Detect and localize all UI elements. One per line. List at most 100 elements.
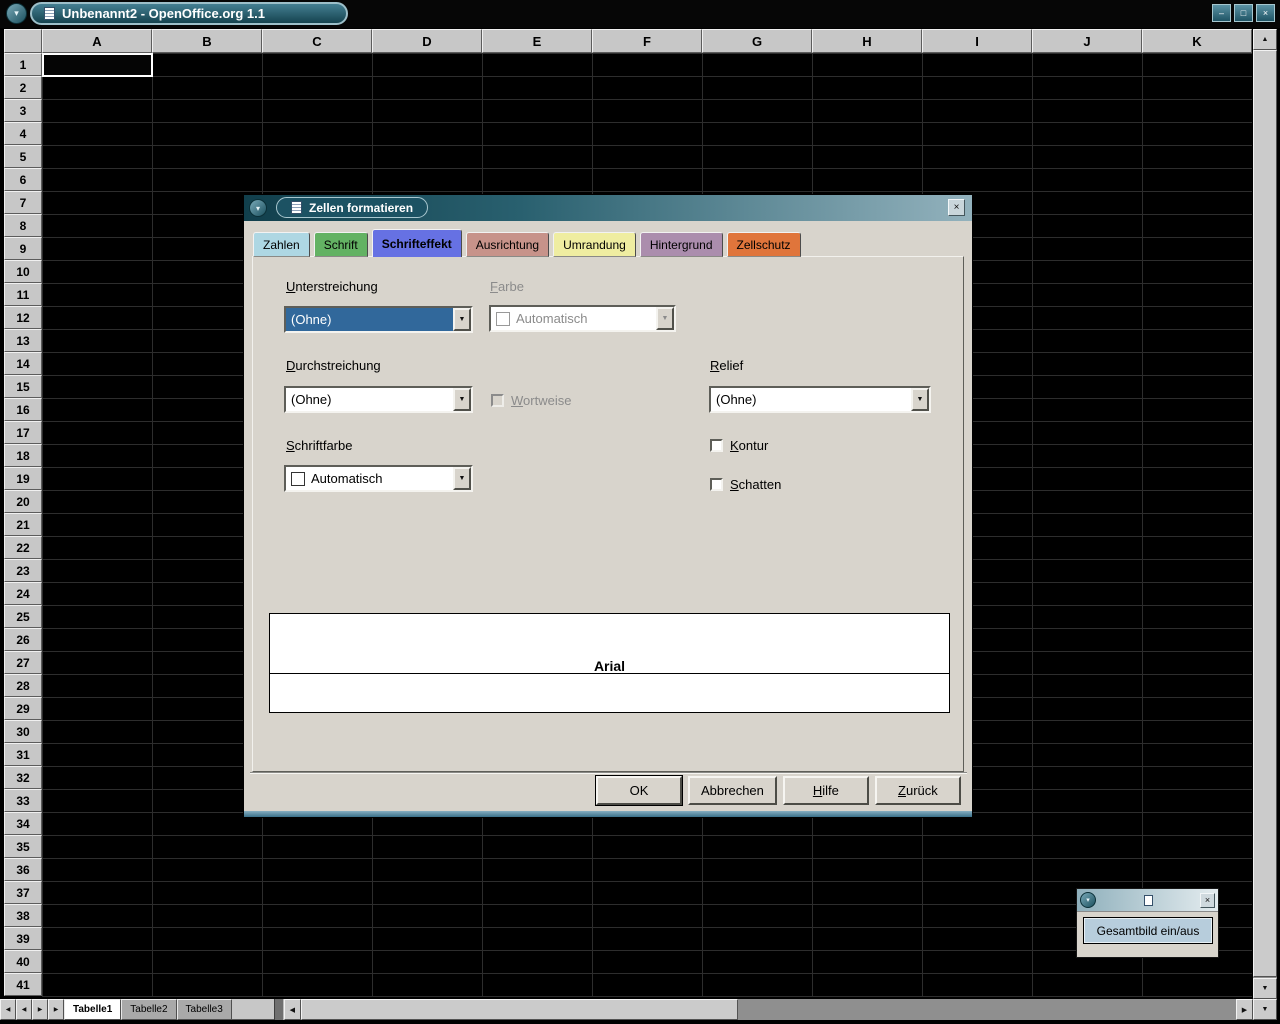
row-header-1[interactable]: 1 [4, 53, 42, 76]
row-header-23[interactable]: 23 [4, 559, 42, 582]
row-header-19[interactable]: 19 [4, 467, 42, 490]
outline-checkbox[interactable]: Kontur [710, 438, 768, 453]
ok-button[interactable]: OK [596, 776, 682, 805]
vertical-scrollbar[interactable]: ▲ ▼ [1253, 29, 1277, 999]
cell-cursor[interactable] [42, 53, 153, 77]
column-header-h[interactable]: H [812, 29, 922, 53]
row-header-32[interactable]: 32 [4, 766, 42, 789]
last-sheet-button[interactable]: ▶ [48, 999, 64, 1020]
row-header-16[interactable]: 16 [4, 398, 42, 421]
tab-hintergrund[interactable]: Hintergrund [640, 232, 723, 257]
underline-dropdown[interactable]: (Ohne) ▼ [284, 306, 473, 333]
row-header-24[interactable]: 24 [4, 582, 42, 605]
row-header-26[interactable]: 26 [4, 628, 42, 651]
horizontal-scrollbar-thumb[interactable] [301, 999, 738, 1020]
mini-window-titlebar[interactable]: ▾ × [1077, 889, 1218, 912]
row-header-21[interactable]: 21 [4, 513, 42, 536]
row-header-29[interactable]: 29 [4, 697, 42, 720]
window-titlebar[interactable]: ▾ Unbenannt2 - OpenOffice.org 1.1 – □ × [0, 0, 1280, 28]
dialog-menu-button[interactable]: ▾ [249, 199, 267, 217]
row-header-39[interactable]: 39 [4, 927, 42, 950]
next-sheet-button[interactable]: ▶ [32, 999, 48, 1020]
row-header-37[interactable]: 37 [4, 881, 42, 904]
row-header-30[interactable]: 30 [4, 720, 42, 743]
row-header-22[interactable]: 22 [4, 536, 42, 559]
column-header-i[interactable]: I [922, 29, 1032, 53]
dialog-title-pill[interactable]: Zellen formatieren [276, 197, 428, 218]
window-menu-button[interactable]: ▾ [6, 3, 27, 24]
column-header-e[interactable]: E [482, 29, 592, 53]
dialog-titlebar[interactable]: ▾ Zellen formatieren × [244, 195, 972, 221]
outline-checkbox-box[interactable] [710, 439, 723, 452]
close-button[interactable]: × [1256, 4, 1275, 22]
relief-dropdown-button[interactable]: ▼ [911, 388, 929, 411]
vertical-scrollbar-thumb[interactable] [1253, 50, 1277, 977]
mini-window-menu-button[interactable]: ▾ [1080, 892, 1096, 908]
row-header-14[interactable]: 14 [4, 352, 42, 375]
sheet-tab-tabelle3[interactable]: Tabelle3 [177, 999, 232, 1020]
tab-zellschutz[interactable]: Zellschutz [727, 232, 801, 257]
scrollbar-corner-button[interactable]: ▼ [1253, 999, 1277, 1020]
column-header-g[interactable]: G [702, 29, 812, 53]
zurück-button[interactable]: Zurück [875, 776, 961, 805]
scroll-up-button[interactable]: ▲ [1253, 29, 1277, 50]
column-header-c[interactable]: C [262, 29, 372, 53]
row-header-11[interactable]: 11 [4, 283, 42, 306]
row-header-35[interactable]: 35 [4, 835, 42, 858]
dialog-close-button[interactable]: × [948, 199, 965, 216]
minimize-button[interactable]: – [1212, 4, 1231, 22]
row-header-36[interactable]: 36 [4, 858, 42, 881]
mini-window-close-button[interactable]: × [1200, 893, 1215, 908]
first-sheet-button[interactable]: ◀ [0, 999, 16, 1020]
row-header-10[interactable]: 10 [4, 260, 42, 283]
row-header-18[interactable]: 18 [4, 444, 42, 467]
column-header-d[interactable]: D [372, 29, 482, 53]
sheet-tab-tabelle1[interactable]: Tabelle1 [64, 999, 121, 1020]
scroll-down-button[interactable]: ▼ [1253, 978, 1277, 999]
row-header-8[interactable]: 8 [4, 214, 42, 237]
tab-schrift[interactable]: Schrift [314, 232, 368, 257]
underline-dropdown-button[interactable]: ▼ [453, 308, 471, 331]
window-title-pill[interactable]: Unbenannt2 - OpenOffice.org 1.1 [30, 2, 348, 25]
tab-schrifteffekt[interactable]: Schrifteffekt [372, 229, 462, 257]
row-header-9[interactable]: 9 [4, 237, 42, 260]
tab-ausrichtung[interactable]: Ausrichtung [466, 232, 549, 257]
strikethrough-dropdown[interactable]: (Ohne) ▼ [284, 386, 473, 413]
scroll-right-button[interactable]: ▶ [1236, 999, 1253, 1020]
row-header-15[interactable]: 15 [4, 375, 42, 398]
row-header-28[interactable]: 28 [4, 674, 42, 697]
row-header-3[interactable]: 3 [4, 99, 42, 122]
select-all-corner[interactable] [4, 29, 42, 53]
row-header-33[interactable]: 33 [4, 789, 42, 812]
toggle-overview-button[interactable]: Gesamtbild ein/aus [1083, 917, 1213, 944]
row-header-31[interactable]: 31 [4, 743, 42, 766]
strikethrough-dropdown-button[interactable]: ▼ [453, 388, 471, 411]
shadow-checkbox-box[interactable] [710, 478, 723, 491]
shadow-checkbox[interactable]: Schatten [710, 477, 781, 492]
scroll-left-button[interactable]: ◀ [284, 999, 301, 1020]
row-header-6[interactable]: 6 [4, 168, 42, 191]
hilfe-button[interactable]: Hilfe [783, 776, 869, 805]
tab-zahlen[interactable]: Zahlen [253, 232, 310, 257]
prev-sheet-button[interactable]: ◀ [16, 999, 32, 1020]
row-header-20[interactable]: 20 [4, 490, 42, 513]
tab-umrandung[interactable]: Umrandung [553, 232, 636, 257]
column-header-b[interactable]: B [152, 29, 262, 53]
row-header-41[interactable]: 41 [4, 973, 42, 996]
sheet-tab-tabelle2[interactable]: Tabelle2 [121, 999, 176, 1020]
maximize-button[interactable]: □ [1234, 4, 1253, 22]
relief-dropdown[interactable]: (Ohne) ▼ [709, 386, 931, 413]
horizontal-scrollbar[interactable]: ◀ ▶ [284, 999, 1253, 1020]
row-header-25[interactable]: 25 [4, 605, 42, 628]
row-header-13[interactable]: 13 [4, 329, 42, 352]
scrollbar-splitter[interactable] [274, 999, 284, 1020]
row-header-12[interactable]: 12 [4, 306, 42, 329]
row-header-34[interactable]: 34 [4, 812, 42, 835]
column-header-k[interactable]: K [1142, 29, 1252, 53]
abbrechen-button[interactable]: Abbrechen [688, 776, 777, 805]
row-header-27[interactable]: 27 [4, 651, 42, 674]
row-header-5[interactable]: 5 [4, 145, 42, 168]
column-header-a[interactable]: A [42, 29, 152, 53]
row-header-7[interactable]: 7 [4, 191, 42, 214]
column-header-j[interactable]: J [1032, 29, 1142, 53]
